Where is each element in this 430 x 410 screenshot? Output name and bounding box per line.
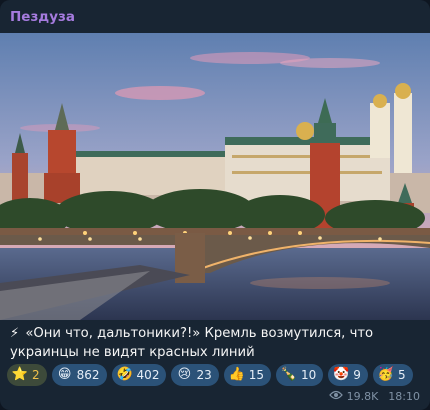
- reaction-party[interactable]: 🥳 5: [372, 364, 413, 386]
- reaction-thumbs-up[interactable]: 👍 15: [223, 364, 272, 386]
- rofl-face-icon: 🤣: [116, 367, 133, 382]
- crying-face-icon: 😢: [177, 367, 192, 382]
- reaction-count: 5: [397, 368, 406, 382]
- reaction-count: 862: [76, 368, 100, 382]
- reaction-grinning[interactable]: 😁 862: [51, 364, 107, 386]
- message-time: 18:10: [388, 390, 420, 403]
- reaction-count: 10: [301, 368, 317, 382]
- post-photo[interactable]: [0, 33, 430, 320]
- reaction-count: 402: [136, 368, 160, 382]
- reaction-star[interactable]: ⭐ 2: [7, 364, 47, 386]
- reaction-crying[interactable]: 😢 23: [171, 364, 219, 386]
- grinning-face-icon: 😁: [57, 367, 72, 382]
- reaction-rofl[interactable]: 🤣 402: [111, 364, 167, 386]
- reaction-clown[interactable]: 🤡 9: [328, 364, 368, 386]
- message-bubble: Пездуза ⚡ «Они что, дальтоники?!» Кремль…: [0, 0, 430, 410]
- views-count: 19.8K: [346, 390, 379, 403]
- post-caption: ⚡ «Они что, дальтоники?!» Кремль возмути…: [10, 324, 424, 362]
- reactions-bar: ⭐ 2 😁 862 🤣 402 😢 23 👍 15 🍾 10 🤡 9 🥳 5: [7, 364, 413, 386]
- lightning-icon: ⚡: [10, 326, 20, 341]
- party-face-icon: 🥳: [377, 367, 395, 382]
- clown-face-icon: 🤡: [333, 367, 350, 382]
- reaction-count: 2: [32, 368, 40, 382]
- kremlin-photo-illustration: [0, 33, 430, 320]
- star-icon: ⭐: [11, 367, 29, 382]
- eye-icon: [328, 390, 343, 403]
- reaction-count: 15: [248, 368, 265, 382]
- reaction-count: 9: [353, 368, 361, 382]
- channel-name[interactable]: Пездуза: [10, 9, 75, 25]
- reaction-champagne[interactable]: 🍾 10: [276, 364, 324, 386]
- reaction-count: 23: [196, 368, 212, 382]
- champagne-icon: 🍾: [280, 367, 298, 382]
- thumbs-up-icon: 👍: [228, 367, 245, 382]
- message-meta: 19.8K 18:10: [328, 390, 420, 403]
- post-caption-text: «Они что, дальтоники?!» Кремль возмутилс…: [10, 326, 374, 360]
